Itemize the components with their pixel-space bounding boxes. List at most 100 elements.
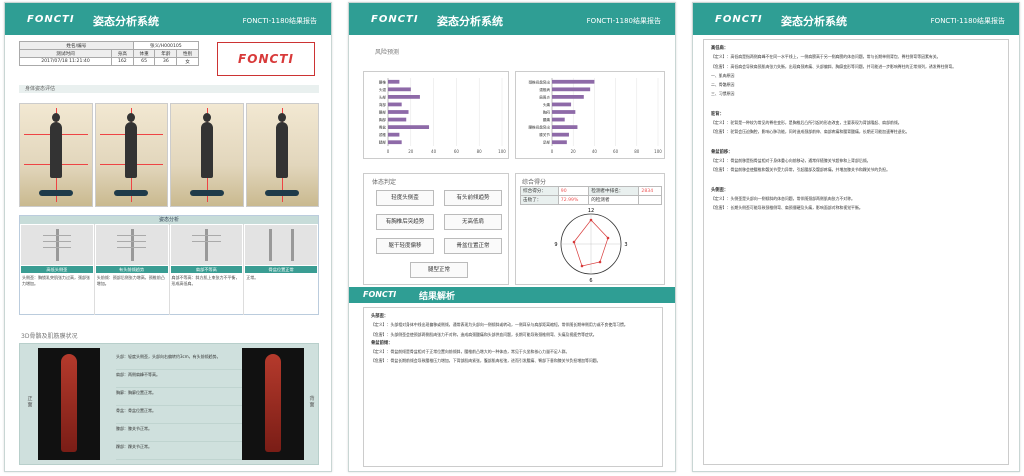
skeleton-back-image <box>242 348 304 460</box>
section-risk: 风险预测 <box>375 49 400 56</box>
analysis-caption: 姿态分析 <box>20 216 318 224</box>
posture-judgement-panel: 体态判定 轻度头侧歪 有头前倾趋势 有胸椎后突趋势 无高低肩 躯干轻度偏移 骨盆… <box>363 173 509 285</box>
banner-title: 结果解析 <box>419 292 456 302</box>
photo-front <box>19 103 93 207</box>
judgement-heading: 体态判定 <box>372 179 397 186</box>
judgement-item: 腿型正常 <box>410 262 468 278</box>
label-back: 背面 <box>309 396 315 408</box>
dial-label-3: 3 <box>624 242 627 248</box>
category-label: 膝关节 <box>539 132 550 137</box>
page-title: 姿态分析系统 <box>93 15 159 28</box>
rank-value: 2834 <box>638 186 662 196</box>
note-item: 骨盆：骨盆位置正常。 <box>116 406 242 424</box>
label-front: 正面 <box>27 396 33 408</box>
dial-label-6: 6 <box>589 278 592 284</box>
bar <box>552 102 572 107</box>
bar <box>552 125 578 129</box>
text-para: 【危害】：长期头侧歪可能导致颈椎侧弯、肩颈僵硬及头痛，影响面部对称和视觉平衡。 <box>711 205 863 211</box>
x-tick-label: 40 <box>592 149 598 154</box>
photo-right <box>245 103 319 207</box>
value-test-time: 2017/07/18 11:21:40 <box>19 57 112 66</box>
text-heading: 骨盆前倾： <box>371 340 393 346</box>
skeleton-3d-panel: 正面 头部：轻度头侧歪，头部向右偏转约3cm，有头前倾趋势。 肩部：两侧肩峰不等… <box>19 343 319 465</box>
bar <box>552 79 595 84</box>
category-label: 腰椎 <box>379 79 387 84</box>
text-heading: 头侧歪： <box>711 187 729 193</box>
text-para: 【定义】：骨盆前移是指骨盆相对于身体重心向前移动，通常伴随膝关节超伸和上背部后倾… <box>711 157 871 163</box>
bar <box>388 79 400 84</box>
explanation-text-box: 高低肩： 【定义】：高低肩是指两侧肩峰不在同一水平线上，一侧肩膀高于另一侧肩膀的… <box>703 39 1009 465</box>
category-label: 肩周炎 <box>539 94 550 99</box>
judgement-item: 骨盆位置正常 <box>444 238 502 254</box>
analysis-col-text: 头侧歪：胸锁乳突肌张力过高，颈部张力增加。 <box>22 275 90 286</box>
category-label: 腰痛 <box>543 117 551 122</box>
beat-empty <box>638 195 662 205</box>
label-test-time: 测试时间 <box>19 49 112 58</box>
posture-photos <box>19 103 319 207</box>
skeleton-image <box>21 225 93 265</box>
text-para: 【定义】：头部相对身体中线出现偏移或侧倾，通常表现为头部向一侧倾斜或转动，一侧耳… <box>371 322 628 328</box>
x-tick-label: 20 <box>571 149 577 154</box>
value-age: 36 <box>154 57 178 66</box>
bar <box>388 132 400 137</box>
note-item: 踝部：踝关节正常。 <box>116 442 242 460</box>
page-header: FONCTI 姿态分析系统 FONCTI-1180结果报告 <box>349 3 675 35</box>
bar <box>552 87 591 92</box>
bar <box>388 95 420 99</box>
report-label: FONCTI-1180结果报告 <box>930 17 1005 25</box>
analysis-col-text: 正常。 <box>246 275 259 280</box>
posture-dial: 12 3 6 9 <box>554 208 627 284</box>
text-heading: 驼背： <box>711 111 724 117</box>
beat-label: 击败了： <box>520 195 559 205</box>
dial-label-12: 12 <box>588 208 594 214</box>
text-heading: 高低肩： <box>711 46 729 51</box>
label-height: 身高 <box>110 49 134 58</box>
risk-chart-1-svg: 0 20 40 60 80 100 腰椎头颈头部背部腰部胸部骨盆颈椎腿部 <box>379 78 506 154</box>
analysis-col-caption: 肩部不等高 <box>170 266 243 273</box>
analysis-col-4: 骨盆位置正常 正常。 <box>244 224 318 315</box>
text-para: 【危害】：骨盆长期前倾会导致腰椎压力增加，下背部肌肉紧张，腹部肌肉松弛，进而引发… <box>371 358 601 364</box>
judgement-item: 轻度头侧歪 <box>376 190 434 206</box>
page-title: 姿态分析系统 <box>437 15 503 28</box>
photo-back <box>94 103 168 207</box>
skeleton-front-image <box>38 348 100 460</box>
score-value: 90 <box>557 186 590 196</box>
skeleton-image <box>170 225 243 265</box>
x-tick-label: 100 <box>654 149 662 154</box>
result-banner: FONCTI 结果解析 <box>349 287 675 303</box>
note-item: 肩部：两侧肩峰不等高。 <box>116 370 242 388</box>
result-text-box: 头部歪： 【定义】：头部相对身体中线出现偏移或侧倾，通常表现为头部向一侧倾斜或转… <box>363 307 663 467</box>
value-gender: 女 <box>176 57 199 66</box>
patient-info-table: 姓名/编号 张义/H000105 测试时间 身高 体重 年龄 性别 2017/07… <box>19 41 200 66</box>
skeleton-image <box>245 225 317 265</box>
text-para: 【危害】：头部侧歪会使颈部两侧肌肉张力不对称，造成肩颈酸痛和头部供血问题，长期可… <box>371 331 597 337</box>
text-para: 【危害】：驼背会压迫胸腔，影响心肺功能，同时造成颈部前伸、肩部疼痛和腰背酸痛，长… <box>711 129 910 135</box>
text-heading: 头部歪： <box>371 314 389 319</box>
value-weight: 65 <box>132 57 156 66</box>
brand-logo: FONCTI <box>363 290 397 299</box>
x-tick-label: 40 <box>431 149 437 154</box>
x-tick-label: 80 <box>634 149 640 154</box>
category-label: 腰部 <box>379 110 387 115</box>
bar <box>552 95 584 99</box>
report-page-3: FONCTI 姿态分析系统 FONCTI-1180结果报告 高低肩： 【定义】：… <box>692 2 1020 472</box>
report-label: FONCTI-1180结果报告 <box>242 17 317 25</box>
x-tick-label: 0 <box>387 149 390 154</box>
section-3d-skeleton: 3D骨骼及肌筋膜状况 <box>21 333 78 340</box>
bar <box>388 117 407 122</box>
bar <box>388 87 411 92</box>
category-label: 头痛 <box>543 102 551 107</box>
report-label: FONCTI-1180结果报告 <box>586 17 661 25</box>
bar <box>388 125 430 129</box>
page-header: FONCTI 姿态分析系统 FONCTI-1180结果报告 <box>5 3 331 35</box>
category-label: 头颈 <box>379 87 387 92</box>
analysis-col-3: 肩部不等高 肩部不等高：斜方肌上束张力不平衡，形成高低肩。 <box>170 224 245 315</box>
bar <box>388 102 402 107</box>
category-label: 颈椎间盘突出 <box>528 79 550 84</box>
text-para: 【危害】：骨盆前移会使腰椎和髋关节受力异常，引起腰部及髋部疼痛，并增加膝关节和踝… <box>711 167 890 173</box>
beat-suffix: 的检测者 <box>588 195 640 205</box>
label-name-id: 姓名/编号 <box>19 41 134 50</box>
x-tick-label: 100 <box>498 149 506 154</box>
risk-chart-1: 0 20 40 60 80 100 腰椎 头颈 头部 背部 腰部 胸部 骨盆 颈椎 腿部 <box>363 71 509 159</box>
note-item: 头部：轻度头侧歪，头部向右偏转约3cm，有头前倾趋势。 <box>116 352 242 370</box>
